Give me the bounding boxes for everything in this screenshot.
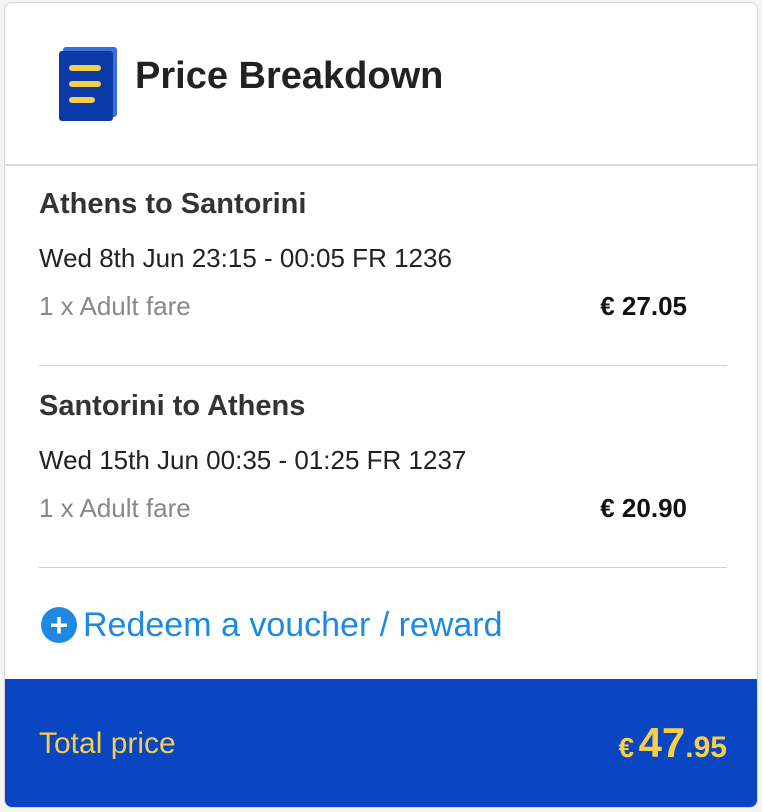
redeem-voucher-label: Redeem a voucher / reward bbox=[83, 605, 503, 644]
flight-times: Wed 8th Jun 23:15 - 00:05 FR 1236 bbox=[39, 243, 452, 273]
fare-type: 1 x Adult fare bbox=[39, 291, 191, 321]
card-header: Price Breakdown bbox=[5, 3, 757, 166]
divider bbox=[39, 567, 727, 568]
total-cents: .95 bbox=[685, 731, 727, 764]
fare-amount: € 27.05 bbox=[600, 291, 687, 321]
route-label: Santorini to Athens bbox=[39, 390, 306, 422]
divider bbox=[39, 365, 727, 366]
fare-amount: € 20.90 bbox=[600, 493, 687, 523]
price-breakdown-list-icon bbox=[59, 47, 117, 121]
page-title: Price Breakdown bbox=[135, 55, 444, 97]
total-price-value: € 47.95 bbox=[619, 719, 727, 767]
fare-type: 1 x Adult fare bbox=[39, 493, 191, 523]
total-currency: € bbox=[618, 732, 635, 763]
plus-circle-icon: + bbox=[41, 607, 77, 643]
total-price-label: Total price bbox=[39, 727, 176, 760]
total-whole: 47 bbox=[638, 719, 686, 766]
redeem-voucher-link[interactable]: + Redeem a voucher / reward bbox=[41, 605, 503, 645]
price-breakdown-card: Price Breakdown Athens to Santorini Wed … bbox=[4, 2, 758, 808]
route-label: Athens to Santorini bbox=[39, 188, 307, 220]
total-price-bar: Total price € 47.95 bbox=[5, 679, 757, 807]
flight-times: Wed 15th Jun 00:35 - 01:25 FR 1237 bbox=[39, 445, 467, 475]
